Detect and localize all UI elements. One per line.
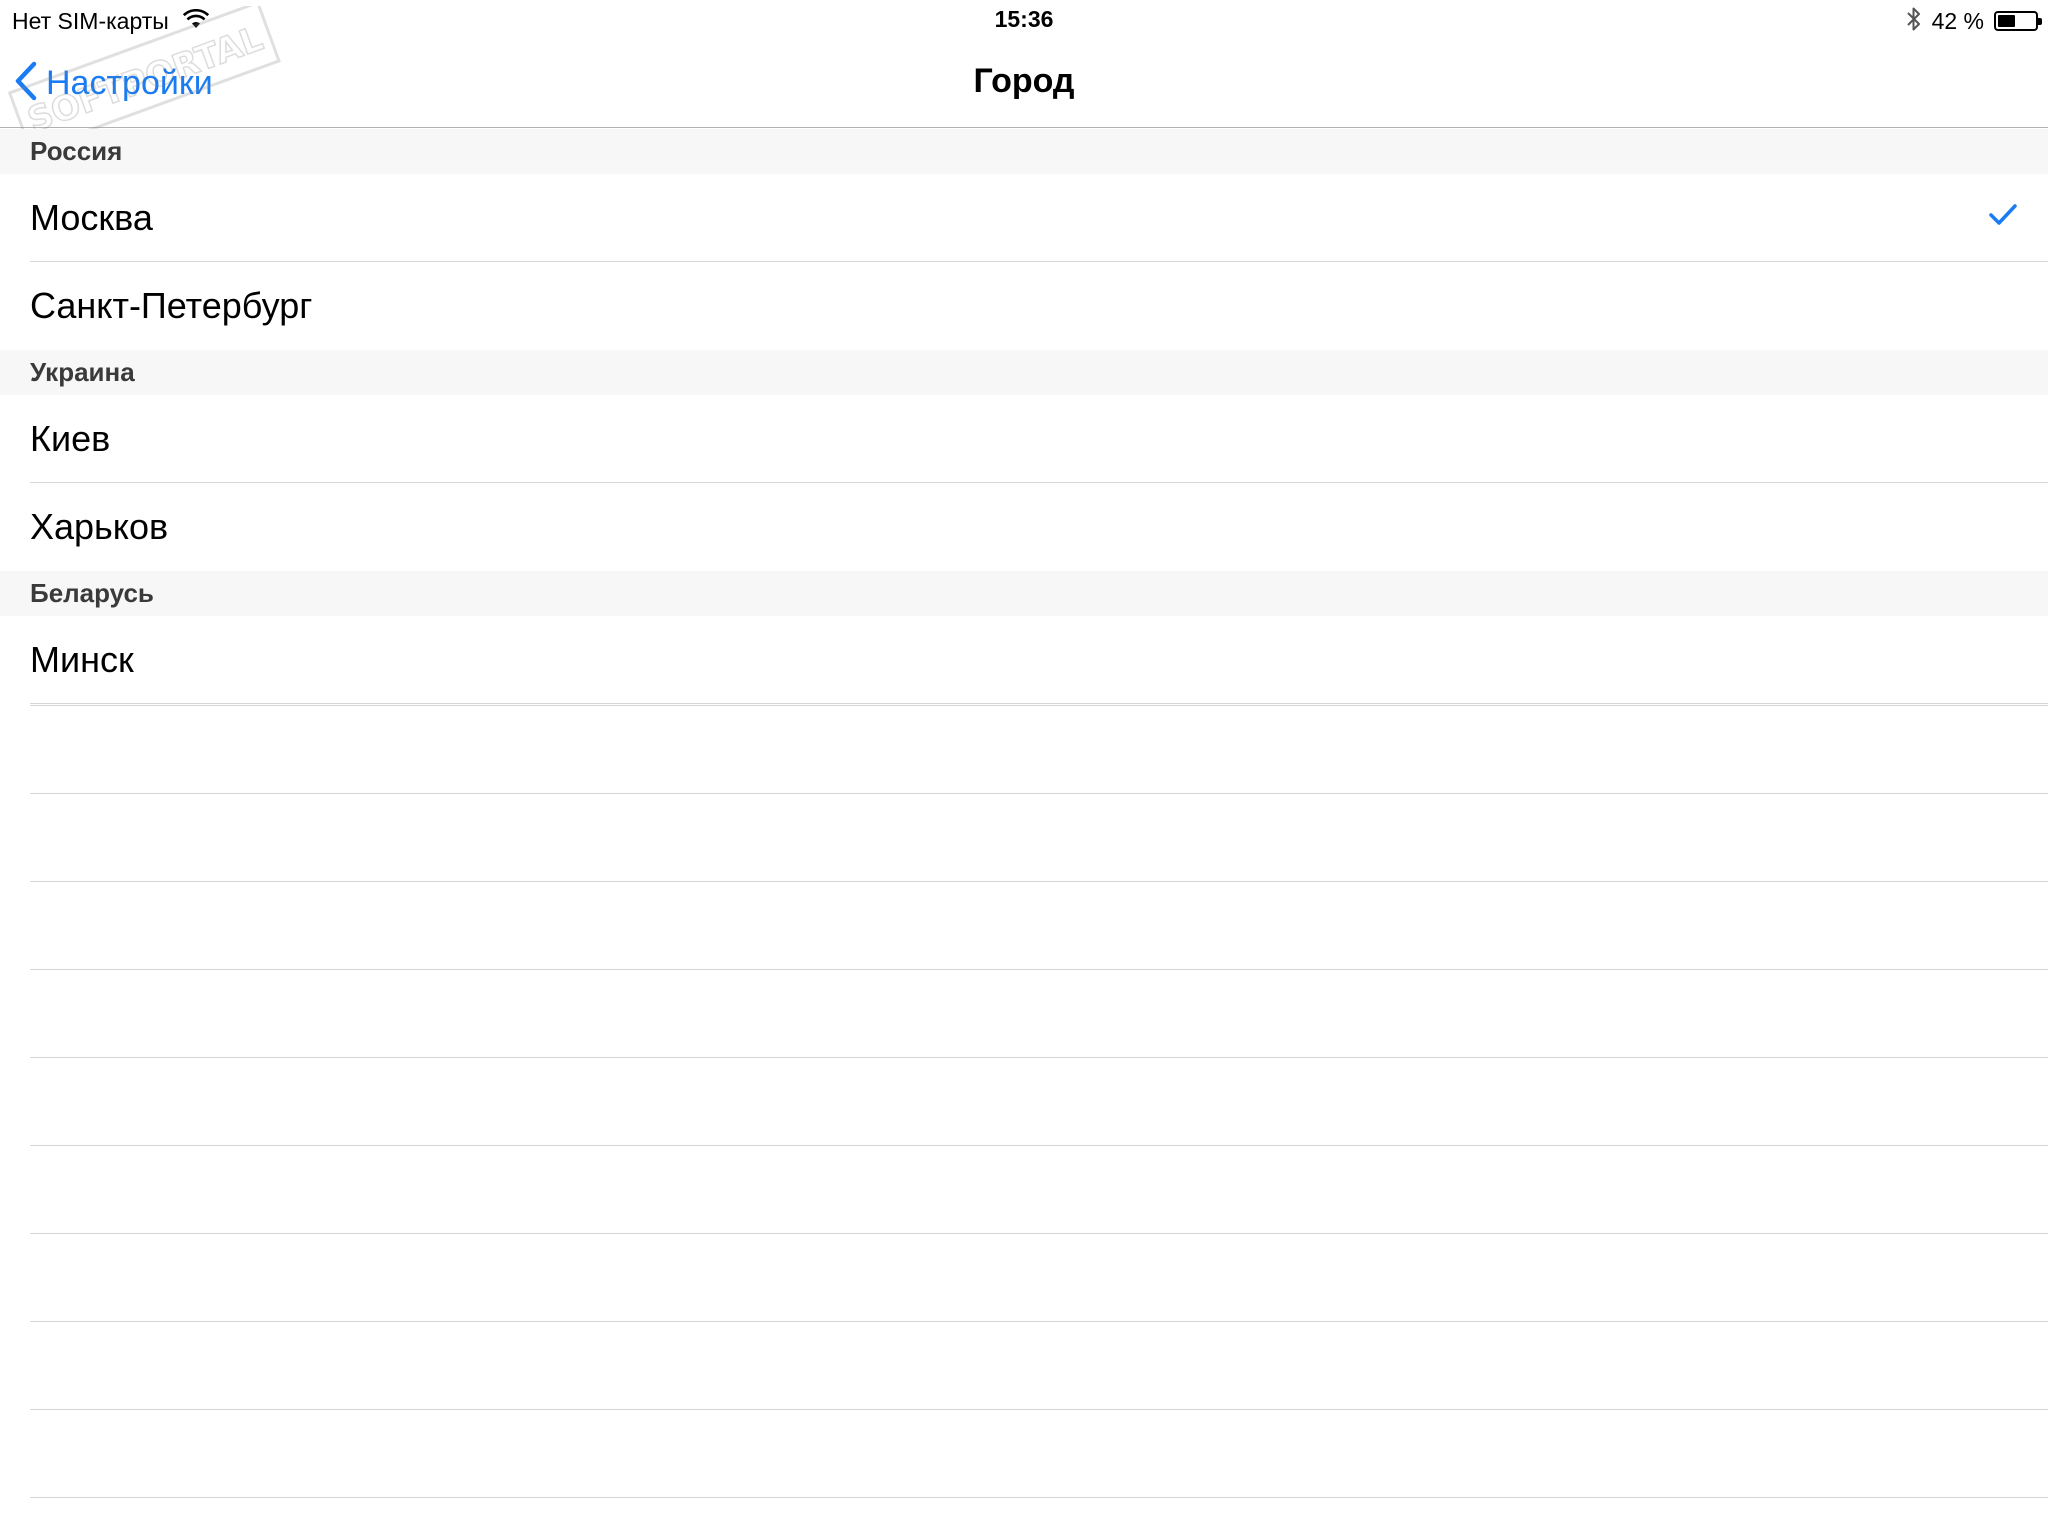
empty-row <box>30 1321 2048 1409</box>
empty-row <box>30 1145 2048 1233</box>
city-row[interactable]: Москва <box>0 174 2048 262</box>
empty-row <box>30 881 2048 969</box>
city-row-label: Минск <box>30 639 134 680</box>
empty-row <box>30 705 2048 793</box>
empty-row <box>30 1409 2048 1497</box>
city-row[interactable]: Киев <box>0 395 2048 483</box>
city-list: Россия Москва Санкт-Петербург Украина Киев Ха… <box>0 129 2048 704</box>
city-row[interactable]: Минск <box>0 616 2048 704</box>
empty-row <box>30 1233 2048 1321</box>
city-row[interactable]: Санкт-Петербург <box>0 262 2048 350</box>
city-row[interactable]: Харьков <box>0 483 2048 571</box>
city-row-label: Санкт-Петербург <box>30 285 313 326</box>
battery-tip <box>2038 18 2042 25</box>
section-header: Россия <box>0 129 2048 174</box>
battery-percent: 42 % <box>1931 7 1984 34</box>
navigation-bar: Настройки Город <box>0 40 2048 128</box>
section-header-label: Украина <box>30 357 135 387</box>
city-row-label: Харьков <box>30 506 169 547</box>
city-row-label: Киев <box>30 418 111 459</box>
empty-row <box>30 793 2048 881</box>
checkmark-icon <box>1988 202 2018 233</box>
empty-table-rows <box>0 705 2048 1536</box>
settings-screen: Нет SIM-карты 15:36 42 % Настройки Город… <box>0 0 2048 1536</box>
section-header-label: Беларусь <box>30 578 154 608</box>
status-right: 42 % <box>1906 6 2042 37</box>
section-header-label: Россия <box>30 136 123 166</box>
empty-row <box>30 1497 2048 1536</box>
empty-row <box>30 969 2048 1057</box>
section-header: Беларусь <box>0 571 2048 616</box>
page-title: Город <box>973 62 1075 100</box>
bluetooth-icon <box>1906 6 1922 37</box>
battery-icon <box>1994 11 2042 31</box>
status-time: 15:36 <box>994 6 1054 32</box>
status-bar: Нет SIM-карты 15:36 42 % <box>0 0 2048 40</box>
battery-level <box>1998 15 2015 27</box>
section-header: Украина <box>0 350 2048 395</box>
empty-row <box>30 1057 2048 1145</box>
city-row-label: Москва <box>30 197 153 238</box>
